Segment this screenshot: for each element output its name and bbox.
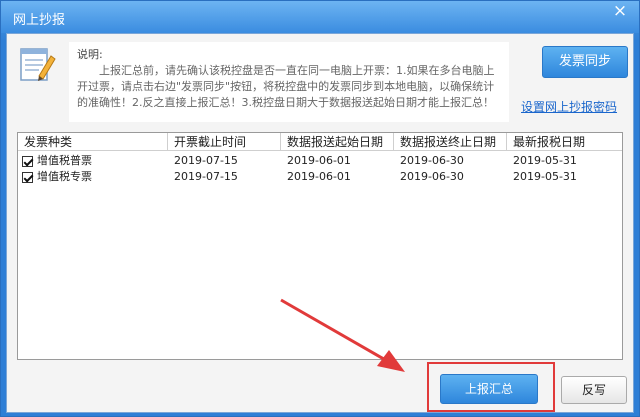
close-icon[interactable]: ×: [604, 1, 636, 23]
invoice-type-label: 增值税专票: [37, 170, 92, 183]
row-checkbox[interactable]: [22, 155, 33, 167]
window-title: 网上抄报: [13, 13, 66, 28]
latest-date-cell: 2019-05-31: [513, 154, 577, 167]
annotation-arrow: [280, 298, 405, 372]
instructions-panel: 说明: 上报汇总前，请先确认该税控盘是否一直在同一电脑上开票：1.如果在多台电脑…: [69, 42, 509, 122]
table-row[interactable]: 增值税专票 2019-07-15 2019-06-01 2019-06-30 2…: [18, 169, 622, 185]
table-header: 发票种类 开票截止时间 数据报送起始日期 数据报送终止日期 最新报税日期: [18, 133, 622, 151]
notepad-pencil-icon: [20, 48, 56, 81]
deadline-cell: 2019-07-15: [174, 170, 238, 183]
start-date-cell: 2019-06-01: [287, 170, 351, 183]
report-window: 网上抄报 × 说明: 上报汇总前，请先确认该税控盘是否一直在同一电脑上开票：1.…: [0, 0, 640, 417]
instructions-heading: 说明:: [77, 48, 103, 61]
submit-summary-button[interactable]: 上报汇总: [440, 374, 538, 404]
invoice-type-cell: 增值税普票: [18, 153, 168, 169]
invoice-type-label: 增值税普票: [37, 154, 92, 167]
table-row[interactable]: 增值税普票 2019-07-15 2019-06-01 2019-06-30 2…: [18, 153, 622, 169]
latest-date-cell: 2019-05-31: [513, 170, 577, 183]
column-header-invoice-type[interactable]: 发票种类: [18, 133, 168, 151]
end-date-cell: 2019-06-30: [400, 154, 464, 167]
title-bar[interactable]: 网上抄报 ×: [1, 1, 639, 33]
set-password-link[interactable]: 设置网上抄报密码: [521, 98, 633, 115]
instructions-text: 上报汇总前，请先确认该税控盘是否一直在同一电脑上开票：1.如果在多台电脑上开过票…: [77, 64, 495, 109]
invoice-sync-button[interactable]: 发票同步: [542, 46, 628, 78]
column-header-start-date[interactable]: 数据报送起始日期: [281, 133, 394, 151]
dialog-body: 说明: 上报汇总前，请先确认该税控盘是否一直在同一电脑上开票：1.如果在多台电脑…: [6, 33, 634, 413]
write-back-button[interactable]: 反写: [561, 376, 627, 404]
column-header-deadline[interactable]: 开票截止时间: [168, 133, 281, 151]
row-checkbox[interactable]: [22, 171, 33, 183]
invoice-type-cell: 增值税专票: [18, 169, 168, 185]
column-header-end-date[interactable]: 数据报送终止日期: [394, 133, 507, 151]
end-date-cell: 2019-06-30: [400, 170, 464, 183]
start-date-cell: 2019-06-01: [287, 154, 351, 167]
column-header-latest-date[interactable]: 最新报税日期: [507, 133, 622, 151]
deadline-cell: 2019-07-15: [174, 154, 238, 167]
